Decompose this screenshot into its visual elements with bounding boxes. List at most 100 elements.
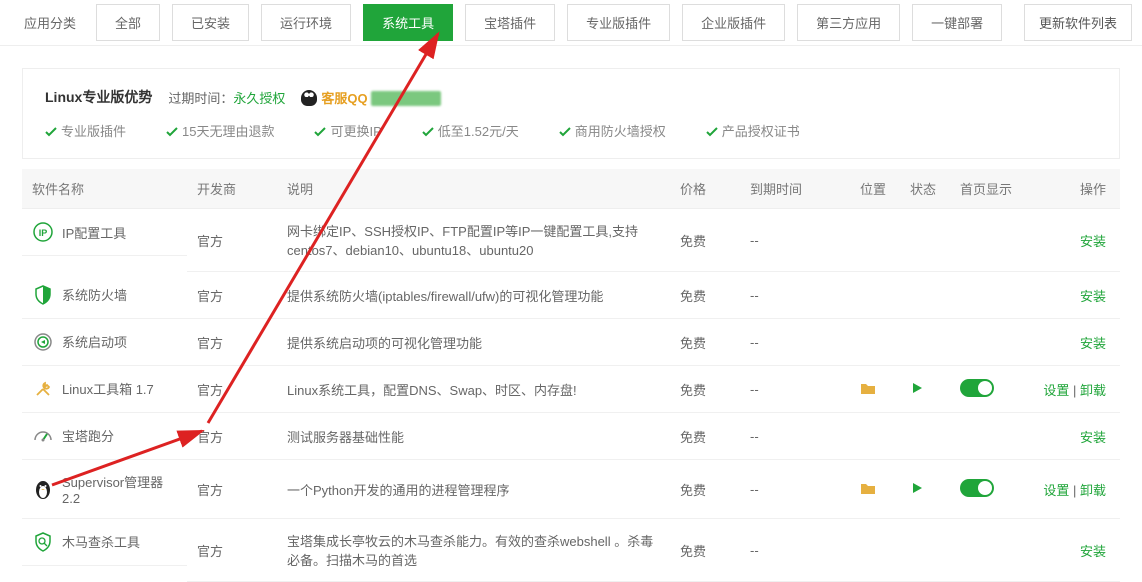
tab-all[interactable]: 全部	[96, 4, 160, 41]
price-cell: 免费	[670, 209, 740, 272]
promo-title: Linux专业版优势	[45, 87, 152, 107]
col-dev: 开发商	[187, 169, 277, 209]
tab-baota-plugins[interactable]: 宝塔插件	[465, 4, 555, 41]
install-link[interactable]: 安装	[1080, 430, 1106, 445]
promo-feature: 可更换IP	[314, 121, 381, 140]
tab-system-tools[interactable]: 系统工具	[363, 4, 453, 41]
price-cell: 免费	[670, 413, 740, 460]
software-name[interactable]: 宝塔跑分	[62, 426, 114, 445]
position-cell	[850, 272, 900, 319]
play-icon[interactable]	[910, 483, 924, 498]
software-name[interactable]: Supervisor管理器 2.2	[62, 472, 177, 506]
settings-link[interactable]: 设置	[1043, 383, 1069, 398]
description-cell: 网卡绑定IP、SSH授权IP、FTP配置IP等IP一键配置工具,支持centos…	[277, 209, 670, 272]
uninstall-link[interactable]: 卸载	[1080, 483, 1106, 498]
promo-feature: 商用防火墙授权	[559, 121, 666, 140]
scan-icon	[32, 531, 54, 553]
tab-runtime[interactable]: 运行环境	[261, 4, 351, 41]
expire-cell: --	[740, 209, 850, 272]
position-cell	[850, 209, 900, 272]
home-display-toggle[interactable]	[960, 379, 994, 397]
developer-cell: 官方	[187, 272, 277, 319]
support-qq[interactable]: 客服QQ 000	[301, 88, 441, 107]
tab-thirdparty[interactable]: 第三方应用	[797, 4, 900, 41]
uninstall-link[interactable]: 卸载	[1080, 383, 1106, 398]
tab-oneclick-deploy[interactable]: 一键部署	[912, 4, 1002, 41]
expire-cell: --	[740, 519, 850, 582]
developer-cell: 官方	[187, 366, 277, 413]
install-link[interactable]: 安装	[1080, 289, 1106, 304]
software-name[interactable]: 系统防火墙	[62, 285, 127, 304]
support-qq-number-blurred: 000	[371, 91, 441, 106]
support-qq-label: 客服QQ	[321, 91, 367, 106]
developer-cell: 官方	[187, 460, 277, 519]
col-pos: 位置	[850, 169, 900, 209]
play-icon[interactable]	[910, 383, 924, 398]
operation-cell: 安装	[1030, 519, 1120, 582]
folder-icon[interactable]	[860, 483, 876, 498]
tab-enterprise-plugins[interactable]: 企业版插件	[682, 4, 785, 41]
home-display-cell	[950, 366, 1030, 413]
table-row: 木马查杀工具官方宝塔集成长亭牧云的木马查杀能力。有效的查杀webshell 。杀…	[22, 519, 1120, 582]
col-desc: 说明	[277, 169, 670, 209]
description-cell: 提供系统防火墙(iptables/firewall/ufw)的可视化管理功能	[277, 272, 670, 319]
col-expire: 到期时间	[740, 169, 850, 209]
power-icon	[32, 331, 54, 353]
promo-feature: 产品授权证书	[706, 121, 800, 140]
status-cell	[900, 272, 950, 319]
developer-cell: 官方	[187, 209, 277, 272]
folder-icon[interactable]	[860, 383, 876, 398]
status-cell	[900, 209, 950, 272]
promo-expire-label: 过期时间：	[168, 91, 233, 106]
shield-icon	[32, 284, 54, 306]
install-link[interactable]: 安装	[1080, 544, 1106, 559]
position-cell	[850, 413, 900, 460]
status-cell	[900, 319, 950, 366]
position-cell	[850, 319, 900, 366]
tab-installed[interactable]: 已安装	[172, 4, 249, 41]
price-cell: 免费	[670, 272, 740, 319]
home-display-cell	[950, 319, 1030, 366]
tabs-title: 应用分类	[10, 3, 90, 42]
operation-cell: 设置 | 卸载	[1030, 460, 1120, 519]
ip-icon: IP	[32, 221, 54, 243]
operation-cell: 安装	[1030, 272, 1120, 319]
position-cell	[850, 460, 900, 519]
expire-cell: --	[740, 460, 850, 519]
settings-link[interactable]: 设置	[1043, 483, 1069, 498]
position-cell	[850, 366, 900, 413]
pro-promo-panel: Linux专业版优势 过期时间：永久授权 客服QQ 000 专业版插件 15天无…	[22, 68, 1120, 159]
col-name: 软件名称	[22, 169, 187, 209]
table-row: Linux工具箱 1.7官方Linux系统工具，配置DNS、Swap、时区、内存…	[22, 366, 1120, 413]
promo-feature: 专业版插件	[45, 121, 126, 140]
expire-cell: --	[740, 366, 850, 413]
software-name[interactable]: Linux工具箱 1.7	[62, 379, 154, 398]
software-name[interactable]: 系统启动项	[62, 332, 127, 351]
status-cell	[900, 460, 950, 519]
promo-feature: 15天无理由退款	[166, 121, 274, 140]
status-cell	[900, 366, 950, 413]
software-name[interactable]: IP配置工具	[62, 223, 126, 242]
expire-cell: --	[740, 272, 850, 319]
home-display-cell	[950, 209, 1030, 272]
qq-penguin-icon	[301, 90, 317, 106]
home-display-toggle[interactable]	[960, 479, 994, 497]
tab-pro-plugins[interactable]: 专业版插件	[567, 4, 670, 41]
home-display-cell	[950, 413, 1030, 460]
developer-cell: 官方	[187, 413, 277, 460]
developer-cell: 官方	[187, 519, 277, 582]
promo-feature-list: 专业版插件 15天无理由退款 可更换IP 低至1.52元/天 商用防火墙授权 产…	[45, 121, 1097, 140]
software-name[interactable]: 木马查杀工具	[62, 532, 140, 551]
price-cell: 免费	[670, 460, 740, 519]
install-link[interactable]: 安装	[1080, 234, 1106, 249]
penguin-icon	[32, 478, 54, 500]
price-cell: 免费	[670, 519, 740, 582]
install-link[interactable]: 安装	[1080, 336, 1106, 351]
table-row: Supervisor管理器 2.2官方一个Python开发的通用的进程管理程序免…	[22, 460, 1120, 519]
update-software-list-button[interactable]: 更新软件列表	[1024, 4, 1132, 41]
promo-feature: 低至1.52元/天	[422, 121, 519, 140]
category-tabs: 应用分类 全部 已安装 运行环境 系统工具 宝塔插件 专业版插件 企业版插件 第…	[0, 0, 1142, 46]
description-cell: 测试服务器基础性能	[277, 413, 670, 460]
operation-cell: 安装	[1030, 413, 1120, 460]
svg-text:IP: IP	[39, 228, 48, 238]
